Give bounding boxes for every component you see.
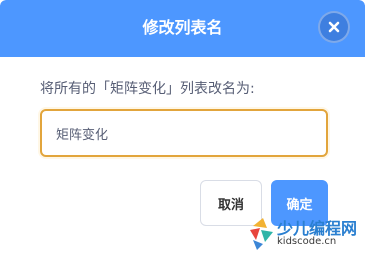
dialog-title: 修改列表名 [142, 18, 223, 37]
close-icon [328, 21, 340, 33]
watermark-logo-icon [250, 218, 273, 250]
list-name-input[interactable] [40, 109, 328, 157]
watermark-url: kidscode.cn [277, 236, 337, 247]
close-button[interactable] [318, 11, 350, 43]
rename-prompt: 将所有的「矩阵变化」列表改名为: [40, 81, 255, 97]
rename-list-dialog: 修改列表名 将所有的「矩阵变化」列表改名为: 取消 确定 少儿编程网 kidsc… [0, 0, 365, 253]
dialog-header: 修改列表名 [0, 0, 365, 57]
watermark-logo: 少儿编程网 kidscode.cn [247, 212, 365, 253]
